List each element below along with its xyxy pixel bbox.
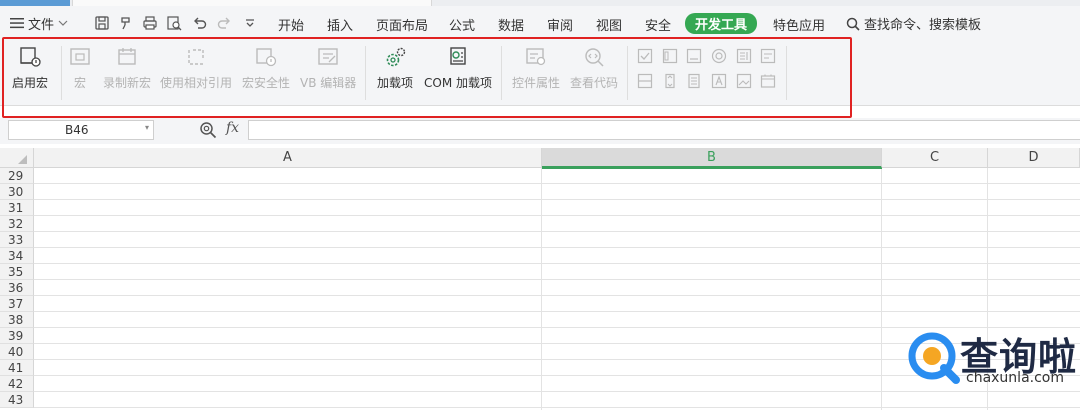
row-header[interactable]: 38 [0, 312, 34, 328]
command-search-label: 查找命令、搜索模板 [864, 18, 982, 33]
tab-page-layout[interactable]: 页面布局 [376, 15, 428, 34]
select-all-triangle-icon [18, 155, 27, 164]
tab-review[interactable]: 审阅 [547, 15, 573, 34]
file-menu-label: 文件 [28, 17, 55, 33]
selected-column-indicator [542, 168, 882, 169]
row-header[interactable]: 40 [0, 344, 34, 360]
row-header[interactable]: 32 [0, 216, 34, 232]
column-header-d[interactable]: D [988, 148, 1080, 168]
print-icon[interactable] [142, 15, 158, 31]
tab-security[interactable]: 安全 [645, 15, 671, 34]
column-header-c[interactable]: C [882, 148, 988, 168]
name-box-value: B46 [65, 123, 89, 137]
tab-view[interactable]: 视图 [596, 15, 622, 34]
watermark-url: chaxunla.com [966, 370, 1064, 386]
tab-data[interactable]: 数据 [498, 15, 524, 34]
hamburger-icon [10, 18, 24, 29]
column-header-a[interactable]: A [34, 148, 542, 168]
search-icon [846, 17, 860, 31]
tab-home[interactable]: 开始 [278, 15, 304, 34]
insert-function-button[interactable]: fx [226, 120, 239, 136]
row-header[interactable]: 30 [0, 184, 34, 200]
row-header[interactable]: 42 [0, 376, 34, 392]
row-header[interactable]: 39 [0, 328, 34, 344]
menu-bar: 文件 开始 插入 页面布局 公式 数据 审阅 视图 安全 开发工具 特色应用 查… [0, 6, 1080, 40]
row-header[interactable]: 35 [0, 264, 34, 280]
save-icon[interactable] [94, 15, 110, 31]
row-header[interactable]: 41 [0, 360, 34, 376]
grid-column-line [881, 168, 882, 410]
watermark: 查询啦 chaxunla.com [906, 326, 1076, 396]
name-box[interactable]: B46 ▾ [8, 120, 154, 140]
select-all-corner[interactable] [0, 148, 34, 168]
tab-formulas[interactable]: 公式 [449, 15, 475, 34]
row-header[interactable]: 29 [0, 168, 34, 184]
row-header[interactable]: 37 [0, 296, 34, 312]
undo-icon[interactable] [192, 15, 208, 31]
chevron-down-icon [58, 20, 68, 26]
file-menu-button[interactable]: 文件 [10, 14, 68, 33]
row-header[interactable]: 31 [0, 200, 34, 216]
row-header[interactable]: 33 [0, 232, 34, 248]
command-search[interactable]: 查找命令、搜索模板 [846, 14, 981, 33]
column-header-b[interactable]: B [542, 148, 882, 168]
formula-input[interactable] [248, 120, 1080, 140]
tab-developer-tools[interactable]: 开发工具 [685, 13, 758, 34]
row-header[interactable]: 36 [0, 280, 34, 296]
watermark-logo-icon [908, 332, 960, 384]
print-preview-icon[interactable] [166, 15, 182, 31]
row-header[interactable]: 43 [0, 392, 34, 408]
redo-icon[interactable] [216, 15, 232, 31]
name-box-dropdown-icon[interactable]: ▾ [145, 123, 149, 132]
grid-column-line [541, 168, 542, 410]
annotation-highlight-box [2, 37, 852, 118]
row-header[interactable]: 34 [0, 248, 34, 264]
tab-special-apps[interactable]: 特色应用 [773, 15, 825, 34]
format-painter-icon[interactable] [118, 15, 134, 31]
customize-toolbar-icon[interactable] [242, 15, 258, 31]
formula-bar: B46 ▾ fx [0, 118, 1080, 144]
zoom-search-icon[interactable] [199, 121, 217, 139]
tab-insert[interactable]: 插入 [327, 15, 353, 34]
